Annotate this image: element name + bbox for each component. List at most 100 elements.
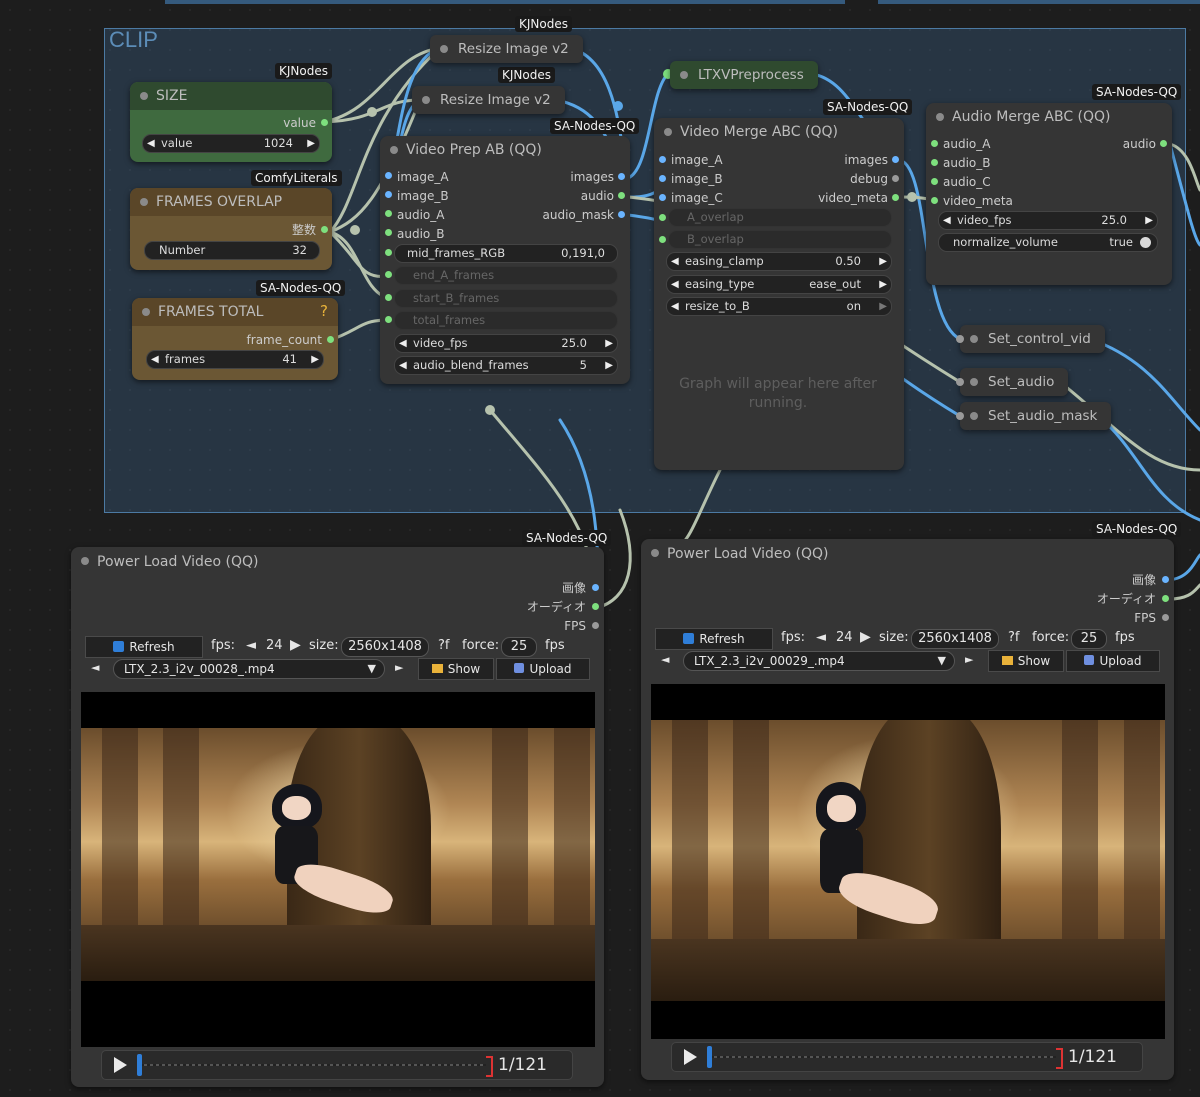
- increment-arrow-icon[interactable]: ▶: [605, 335, 613, 352]
- output-port-video-meta[interactable]: [892, 194, 899, 201]
- input-port-end-a[interactable]: [385, 271, 392, 278]
- increment-arrow-icon[interactable]: ▶: [311, 351, 319, 368]
- size-field[interactable]: 2560x1408: [341, 637, 429, 657]
- help-icon[interactable]: ?: [320, 302, 328, 320]
- decrement-arrow-icon[interactable]: ◀: [151, 351, 159, 368]
- increment-arrow-icon[interactable]: ▶: [1145, 212, 1153, 229]
- output-port-audio[interactable]: [618, 192, 625, 199]
- increment-arrow-icon[interactable]: ▶: [879, 298, 887, 315]
- input-port-image-b[interactable]: [659, 175, 666, 182]
- input-port-audio-b[interactable]: [385, 229, 392, 236]
- show-button[interactable]: Show: [988, 650, 1064, 672]
- refresh-button[interactable]: Refresh: [655, 628, 773, 650]
- input-port-image-a[interactable]: [385, 172, 392, 179]
- refresh-button[interactable]: Refresh: [85, 636, 203, 658]
- power-load-video-node-1[interactable]: Power Load Video (QQ) 画像 オーディオ FPS Refre…: [71, 547, 604, 1087]
- output-port-image[interactable]: [592, 584, 599, 591]
- decrement-arrow-icon[interactable]: ◀: [943, 212, 951, 229]
- input-port-total[interactable]: [385, 316, 392, 323]
- fps-prev-icon[interactable]: ◄: [246, 638, 256, 653]
- decrement-arrow-icon[interactable]: ◀: [399, 357, 407, 374]
- file-select[interactable]: LTX_2.3_i2v_00028_.mp4 ▼: [113, 659, 385, 679]
- timeline-track[interactable]: [708, 1056, 1056, 1058]
- video-prep-node[interactable]: Video Prep AB (QQ) image_A image_B audio…: [380, 136, 630, 384]
- input-port-mid-frames[interactable]: [385, 249, 392, 256]
- total-frames-widget[interactable]: total_frames: [394, 311, 618, 330]
- start-b-frames-widget[interactable]: start_B_frames: [394, 289, 618, 308]
- input-port-image-a[interactable]: [659, 156, 666, 163]
- play-icon[interactable]: [114, 1057, 127, 1073]
- output-port-audio-mask[interactable]: [618, 211, 625, 218]
- easing-clamp-widget[interactable]: ◀ easing_clamp 0.50 ▶: [666, 252, 892, 271]
- file-prev-icon[interactable]: ◄: [91, 661, 99, 674]
- input-port-b-overlap[interactable]: [659, 236, 666, 243]
- show-button[interactable]: Show: [418, 658, 494, 680]
- resize-to-b-widget[interactable]: ◀ resize_to_B on ▶: [666, 297, 892, 316]
- fps-prev-icon[interactable]: ◄: [816, 630, 826, 645]
- mid-frames-widget[interactable]: mid_frames_RGB 0,191,0: [394, 244, 618, 263]
- normalize-volume-toggle[interactable]: normalize_volume true: [938, 233, 1158, 252]
- force-fps-field[interactable]: 25: [501, 637, 537, 657]
- input-port[interactable]: [956, 378, 964, 386]
- toggle-knob-icon[interactable]: [1140, 237, 1151, 248]
- decrement-arrow-icon[interactable]: ◀: [399, 335, 407, 352]
- input-port-audio-b[interactable]: [931, 159, 938, 166]
- input-port[interactable]: [956, 335, 964, 343]
- input-port-audio-a[interactable]: [385, 210, 392, 217]
- increment-arrow-icon[interactable]: ▶: [879, 276, 887, 293]
- frames-widget[interactable]: ◀ frames 41 ▶: [146, 350, 324, 369]
- a-overlap-widget[interactable]: A_overlap: [668, 208, 892, 227]
- input-port[interactable]: [956, 412, 964, 420]
- video-player-controls[interactable]: 1/121: [101, 1050, 573, 1080]
- output-port-fps[interactable]: [592, 622, 599, 629]
- increment-arrow-icon[interactable]: ▶: [605, 357, 613, 374]
- increment-arrow-icon[interactable]: ▶: [307, 135, 315, 152]
- input-port-image-c[interactable]: [659, 194, 666, 201]
- output-port-image[interactable]: [1162, 576, 1169, 583]
- frames-total-node[interactable]: FRAMES TOTAL ? frame_count ◀ frames 41 ▶: [132, 298, 338, 380]
- decrement-arrow-icon[interactable]: ◀: [671, 298, 679, 315]
- fps-next-icon[interactable]: ▶: [290, 637, 301, 653]
- b-overlap-widget[interactable]: B_overlap: [668, 230, 892, 249]
- set-audio-node[interactable]: Set_audio: [956, 368, 1069, 396]
- audio-blend-frames-widget[interactable]: ◀ audio_blend_frames 5 ▶: [394, 356, 618, 375]
- video-fps-widget[interactable]: ◀ video_fps 25.0 ▶: [394, 334, 618, 353]
- frames-overlap-node[interactable]: FRAMES OVERLAP 整数 Number 32: [130, 188, 332, 270]
- audio-merge-node[interactable]: Audio Merge ABC (QQ) audio_A audio_B aud…: [926, 103, 1172, 285]
- video-player-controls[interactable]: 1/121: [671, 1042, 1143, 1072]
- upload-button[interactable]: Upload: [1066, 650, 1160, 672]
- size-field[interactable]: 2560x1408: [911, 629, 999, 649]
- resize-image-node-1[interactable]: Resize Image v2: [430, 35, 583, 63]
- size-node[interactable]: SIZE value ◀ value 1024 ▶: [130, 82, 332, 162]
- decrement-arrow-icon[interactable]: ◀: [671, 276, 679, 293]
- value-widget[interactable]: ◀ value 1024 ▶: [142, 134, 320, 153]
- output-port-fps[interactable]: [1162, 614, 1169, 621]
- force-fps-field[interactable]: 25: [1071, 629, 1107, 649]
- input-port-video-meta[interactable]: [931, 197, 938, 204]
- file-next-icon[interactable]: ►: [395, 661, 403, 674]
- output-port-audio[interactable]: [1162, 595, 1169, 602]
- timeline-knob[interactable]: [707, 1046, 712, 1068]
- file-select[interactable]: LTX_2.3_i2v_00029_.mp4 ▼: [683, 651, 955, 671]
- output-port-debug[interactable]: [892, 175, 899, 182]
- timeline-knob[interactable]: [137, 1054, 142, 1076]
- upload-button[interactable]: Upload: [496, 658, 590, 680]
- video-merge-node[interactable]: Video Merge ABC (QQ) image_A image_B ima…: [654, 118, 904, 470]
- end-a-frames-widget[interactable]: end_A_frames: [394, 266, 618, 285]
- output-port-images[interactable]: [618, 173, 625, 180]
- output-port-audio[interactable]: [1160, 140, 1167, 147]
- output-port[interactable]: [321, 119, 328, 126]
- fps-next-icon[interactable]: ▶: [860, 629, 871, 645]
- easing-type-widget[interactable]: ◀ easing_type ease_out ▶: [666, 275, 892, 294]
- play-icon[interactable]: [684, 1049, 697, 1065]
- output-port-images[interactable]: [892, 156, 899, 163]
- decrement-arrow-icon[interactable]: ◀: [147, 135, 155, 152]
- input-port-image-b[interactable]: [385, 191, 392, 198]
- output-port-audio[interactable]: [592, 603, 599, 610]
- input-port-start-b[interactable]: [385, 294, 392, 301]
- file-next-icon[interactable]: ►: [965, 653, 973, 666]
- file-prev-icon[interactable]: ◄: [661, 653, 669, 666]
- output-port[interactable]: [327, 336, 334, 343]
- ltxv-preprocess-node[interactable]: LTXVPreprocess: [670, 61, 818, 89]
- output-port[interactable]: [321, 226, 328, 233]
